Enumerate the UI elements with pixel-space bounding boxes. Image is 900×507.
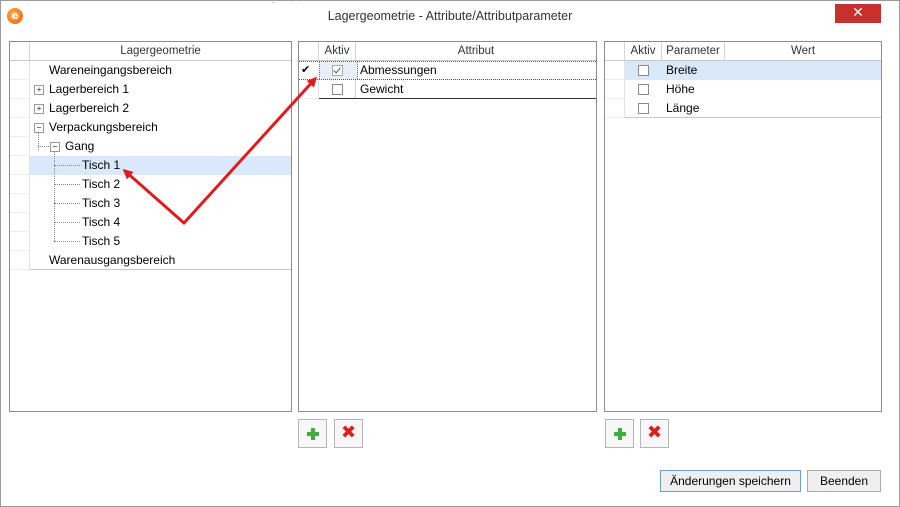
tree-connector [54, 203, 80, 204]
delete-icon: ✖ [646, 422, 663, 443]
tree-item-warenausgangsbereich[interactable]: Warenausgangsbereich [10, 251, 291, 270]
tree-item-lagerbereich-1[interactable]: + Lagerbereich 1 [10, 80, 291, 99]
attribute-row-gewicht[interactable]: Gewicht [299, 80, 596, 99]
delete-parameter-button[interactable]: ✖ [640, 419, 669, 448]
attribute-row-abmessungen[interactable]: ✔ Abmessungen [299, 61, 596, 80]
gutter-header [10, 42, 30, 60]
tree-item-label: Gang [65, 139, 95, 153]
attribute-grid: Aktiv Attribut ✔ Abmessungen Gewicht [298, 41, 597, 412]
aktiv-checkbox[interactable] [638, 84, 649, 95]
tree-item-verpackungsbereich[interactable]: − Verpackungsbereich [10, 118, 291, 137]
aktiv-checkbox[interactable] [332, 65, 343, 76]
tree-item-gang[interactable]: − Gang [10, 137, 291, 156]
parameter-value: Länge [666, 101, 700, 115]
aktiv-checkbox[interactable] [332, 84, 343, 95]
tree-item-label: Tisch 1 [82, 158, 121, 172]
parameter-row-breite[interactable]: Breite [605, 61, 881, 80]
tree-item-label: Tisch 5 [82, 234, 121, 248]
parameter-row-laenge[interactable]: Länge [605, 99, 881, 118]
aktiv-checkbox[interactable] [638, 103, 649, 114]
aktiv-column-header[interactable]: Aktiv [319, 42, 356, 60]
collapse-icon[interactable]: − [50, 142, 60, 152]
attribut-value: Abmessungen [360, 63, 437, 77]
aktiv-checkbox[interactable] [638, 65, 649, 76]
tree-connector [38, 132, 39, 150]
tree-header: Lagergeometrie [10, 42, 291, 61]
wert-column-header[interactable]: Wert [725, 42, 881, 60]
tree-item-tisch-1[interactable]: Tisch 1 [10, 156, 291, 175]
tree-item-label: Verpackungsbereich [49, 120, 158, 134]
lagergeometrie-tree: Lagergeometrie Wareneingangsbereich + La… [9, 41, 292, 412]
tree-item-lagerbereich-2[interactable]: + Lagerbereich 2 [10, 99, 291, 118]
parameter-header: Aktiv Parameter Wert [605, 42, 881, 61]
collapse-icon[interactable]: − [34, 123, 44, 133]
delete-icon: ✖ [340, 422, 357, 443]
tree-item-label: Wareneingangsbereich [49, 63, 172, 77]
background-fragment: Bezeichnung [271, 1, 431, 3]
tree-item-label: Tisch 2 [82, 177, 121, 191]
tree-item-tisch-3[interactable]: Tisch 3 [10, 194, 291, 213]
tree-item-tisch-5[interactable]: Tisch 5 [10, 232, 291, 251]
tree-item-label: Tisch 3 [82, 196, 121, 210]
tree-connector [54, 184, 80, 185]
parameter-grid: Aktiv Parameter Wert Breite Höhe Länge [604, 41, 882, 412]
lagergeometrie-column-header[interactable]: Lagergeometrie [30, 42, 291, 60]
tree-item-label: Lagerbereich 1 [49, 82, 130, 96]
dialog-window: e Bezeichnung Lagergeometrie - Attribute… [0, 0, 900, 507]
expand-icon[interactable]: + [34, 104, 44, 114]
add-attribute-button[interactable] [298, 419, 327, 448]
window-title: Lagergeometrie - Attribute/Attributparam… [327, 9, 573, 23]
expand-icon[interactable]: + [34, 85, 44, 95]
attribut-column-header[interactable]: Attribut [356, 42, 596, 60]
tree-connector [54, 241, 80, 242]
tree-connector [54, 165, 80, 166]
gutter-header [299, 42, 319, 60]
gutter-header [605, 42, 625, 60]
parameter-value: Höhe [666, 82, 695, 96]
row-indicator-icon: ✔ [301, 63, 311, 76]
close-icon[interactable]: ✕ [835, 4, 881, 23]
aktiv-column-header[interactable]: Aktiv [625, 42, 662, 60]
tree-item-label: Warenausgangsbereich [49, 253, 176, 267]
parameter-value: Breite [666, 63, 698, 77]
title-bar: e Bezeichnung Lagergeometrie - Attribute… [1, 1, 899, 31]
tree-connector [38, 146, 49, 147]
parameter-column-header[interactable]: Parameter [662, 42, 725, 60]
add-parameter-button[interactable] [605, 419, 634, 448]
close-button[interactable]: Beenden [807, 470, 881, 492]
tree-item-label: Tisch 4 [82, 215, 121, 229]
tree-connector [54, 222, 80, 223]
attribute-header: Aktiv Attribut [299, 42, 596, 61]
attribut-value: Gewicht [360, 82, 404, 96]
tree-item-tisch-2[interactable]: Tisch 2 [10, 175, 291, 194]
parameter-row-hoehe[interactable]: Höhe [605, 80, 881, 99]
save-changes-button[interactable]: Änderungen speichern [660, 470, 801, 492]
delete-attribute-button[interactable]: ✖ [334, 419, 363, 448]
tree-item-wareneingangsbereich[interactable]: Wareneingangsbereich [10, 61, 291, 80]
tree-item-tisch-4[interactable]: Tisch 4 [10, 213, 291, 232]
tree-item-label: Lagerbereich 2 [49, 101, 130, 115]
